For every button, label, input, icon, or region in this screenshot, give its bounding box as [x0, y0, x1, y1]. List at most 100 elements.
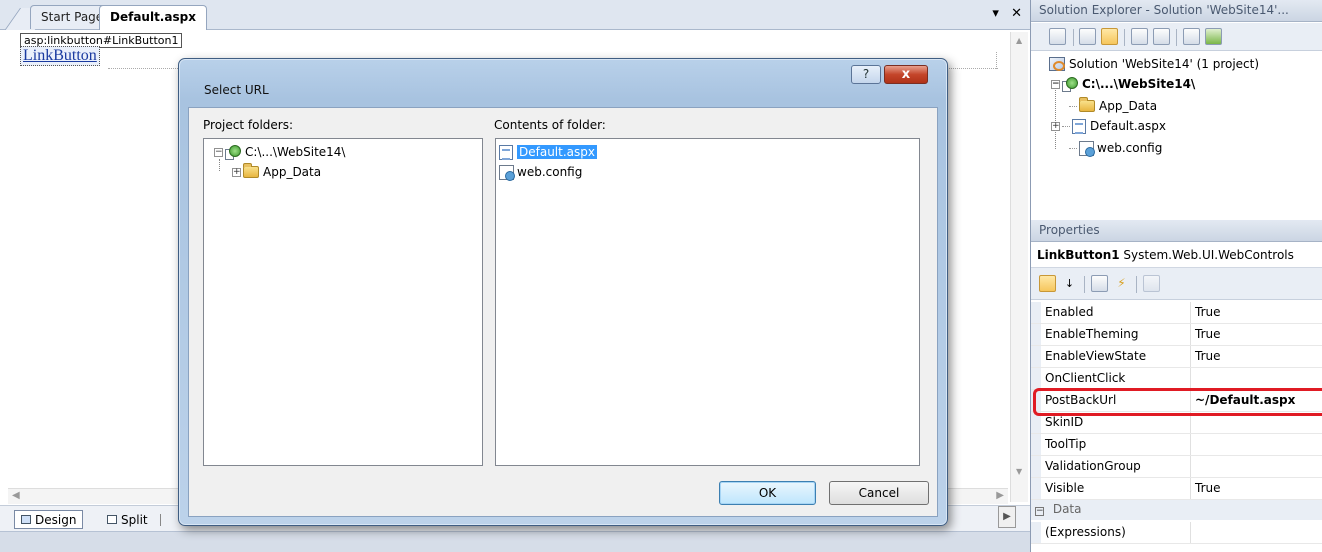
cancel-button[interactable]: Cancel	[829, 481, 929, 505]
property-value[interactable]	[1191, 434, 1322, 455]
scroll-right-icon[interactable]: ▶	[996, 490, 1004, 501]
events-icon[interactable]: ⚡	[1113, 275, 1130, 292]
collapse-category-icon[interactable]: −	[1035, 507, 1044, 516]
property-row-tooltip[interactable]: ToolTip	[1031, 434, 1322, 456]
close-button[interactable]: x	[884, 65, 928, 84]
property-row-enabled[interactable]: Enabled True	[1031, 302, 1322, 324]
design-view-label: Design	[35, 512, 77, 527]
alphabetical-icon[interactable]: ↓	[1061, 275, 1078, 292]
property-value[interactable]: True	[1191, 478, 1322, 499]
design-view-icon	[21, 515, 31, 524]
property-category-data[interactable]: − Data	[1031, 500, 1322, 520]
web-project-icon	[1062, 76, 1078, 92]
toolbar-separator	[1124, 29, 1125, 46]
tree-item-project-root[interactable]: − C:\...\WebSite14\	[214, 143, 345, 161]
config-file-icon	[1079, 140, 1095, 157]
view-code-icon[interactable]	[1131, 28, 1148, 45]
toolbar-separator	[1176, 29, 1177, 46]
property-value[interactable]	[1191, 368, 1322, 389]
properties-object-selector[interactable]: LinkButton1 System.Web.UI.WebControls	[1031, 242, 1322, 268]
property-row-enableviewstate[interactable]: EnableViewState True	[1031, 346, 1322, 368]
right-tool-panel: Solution Explorer - Solution 'WebSite14'…	[1030, 0, 1322, 552]
properties-header[interactable]: Properties	[1031, 220, 1322, 242]
property-pages-icon[interactable]	[1143, 275, 1160, 292]
split-view-button[interactable]: Split	[100, 510, 155, 529]
tree-item-project[interactable]: − C:\...\WebSite14\	[1051, 75, 1195, 93]
help-button[interactable]: ?	[851, 65, 881, 84]
object-type: System.Web.UI.WebControls	[1123, 248, 1294, 262]
tree-item-label: App_Data	[263, 165, 322, 179]
asp-net-configuration-icon[interactable]	[1205, 28, 1222, 45]
project-folders-tree[interactable]: − C:\...\WebSite14\ + App_Data	[203, 138, 483, 466]
list-item-label: Default.aspx	[517, 145, 597, 159]
tree-item-label: web.config	[1097, 141, 1163, 155]
property-name: (Expressions)	[1041, 522, 1191, 543]
tree-item-solution[interactable]: Solution 'WebSite14' (1 project)	[1049, 55, 1259, 73]
property-name: ToolTip	[1041, 434, 1191, 455]
properties-view-icon[interactable]	[1091, 275, 1108, 292]
contents-of-folder-list[interactable]: Default.aspx web.config	[495, 138, 920, 466]
collapse-icon[interactable]: −	[214, 147, 223, 157]
property-row-visible[interactable]: Visible True	[1031, 478, 1322, 500]
toolbar-separator	[1073, 29, 1074, 46]
expand-icon[interactable]: +	[1051, 121, 1060, 131]
solution-explorer-header[interactable]: Solution Explorer - Solution 'WebSite14'…	[1031, 0, 1322, 22]
view-designer-icon[interactable]	[1153, 28, 1170, 45]
scroll-right-button[interactable]: ▶	[998, 506, 1016, 528]
document-tab-strip: Start Page Default.aspx ▾ ✕	[0, 0, 1030, 31]
list-item-default-aspx[interactable]: Default.aspx	[499, 143, 597, 161]
close-document-icon[interactable]: ✕	[1011, 6, 1022, 21]
property-name: EnableTheming	[1041, 324, 1191, 345]
categorized-icon[interactable]	[1039, 275, 1056, 292]
property-value[interactable]	[1191, 456, 1322, 477]
solution-explorer-toolbar	[1031, 23, 1322, 51]
property-row-validationgroup[interactable]: ValidationGroup	[1031, 456, 1322, 478]
nest-related-files-icon[interactable]	[1101, 28, 1118, 45]
scroll-left-icon[interactable]: ◀	[12, 490, 20, 501]
property-row-enabletheming[interactable]: EnableTheming True	[1031, 324, 1322, 346]
tree-item-label: C:\...\WebSite14\	[1082, 77, 1196, 91]
ok-button[interactable]: OK	[719, 481, 816, 505]
refresh-icon[interactable]	[1079, 28, 1096, 45]
design-view-button[interactable]: Design	[14, 510, 84, 529]
scroll-down-icon[interactable]: ▼	[1016, 467, 1022, 476]
tree-item-label: App_Data	[1099, 99, 1158, 113]
tree-connector	[1069, 147, 1077, 149]
folder-icon	[243, 163, 259, 178]
aspx-file-icon	[1072, 118, 1086, 134]
property-value[interactable]	[1191, 522, 1322, 543]
tree-item-app-data[interactable]: + App_Data	[232, 163, 321, 181]
tab-default-aspx[interactable]: Default.aspx	[99, 5, 207, 31]
scroll-up-icon[interactable]: ▲	[1016, 36, 1022, 45]
property-value[interactable]: True	[1191, 324, 1322, 345]
tree-item-app-data[interactable]: App_Data	[1069, 97, 1157, 115]
property-name: ValidationGroup	[1041, 456, 1191, 477]
properties-grid: Enabled True EnableTheming True EnableVi…	[1031, 300, 1322, 552]
property-name: EnableViewState	[1041, 346, 1191, 367]
properties-icon[interactable]	[1049, 28, 1066, 45]
web-project-icon	[225, 144, 241, 160]
dialog-client-area: Project folders: Contents of folder: − C…	[188, 107, 938, 517]
tab-dropdown-icon[interactable]: ▾	[992, 6, 999, 21]
collapse-icon[interactable]: −	[1051, 79, 1060, 89]
property-row-expressions[interactable]: (Expressions)	[1031, 522, 1322, 544]
tree-connector	[1062, 125, 1070, 127]
tree-item-web-config[interactable]: web.config	[1069, 139, 1162, 157]
expand-icon[interactable]: +	[232, 167, 241, 177]
property-value[interactable]: True	[1191, 302, 1322, 323]
link-button-control[interactable]: LinkButton	[20, 46, 100, 66]
vertical-scrollbar[interactable]: ▲ ▼	[1010, 32, 1028, 502]
project-folders-label: Project folders:	[203, 118, 293, 132]
property-value[interactable]: True	[1191, 346, 1322, 367]
source-view-button[interactable]	[160, 514, 170, 526]
property-row-onclientclick[interactable]: OnClientClick	[1031, 368, 1322, 390]
tree-item-label: Solution 'WebSite14' (1 project)	[1069, 57, 1260, 71]
solution-explorer-tree: Solution 'WebSite14' (1 project) − C:\..…	[1031, 51, 1322, 213]
toolbar-separator	[1136, 276, 1137, 293]
list-item-web-config[interactable]: web.config	[499, 163, 582, 181]
copy-website-icon[interactable]	[1183, 28, 1200, 45]
category-label: Data	[1052, 502, 1082, 516]
object-name: LinkButton1	[1037, 248, 1120, 262]
tree-item-default-aspx[interactable]: + Default.aspx	[1051, 117, 1166, 135]
split-view-icon	[107, 515, 117, 524]
